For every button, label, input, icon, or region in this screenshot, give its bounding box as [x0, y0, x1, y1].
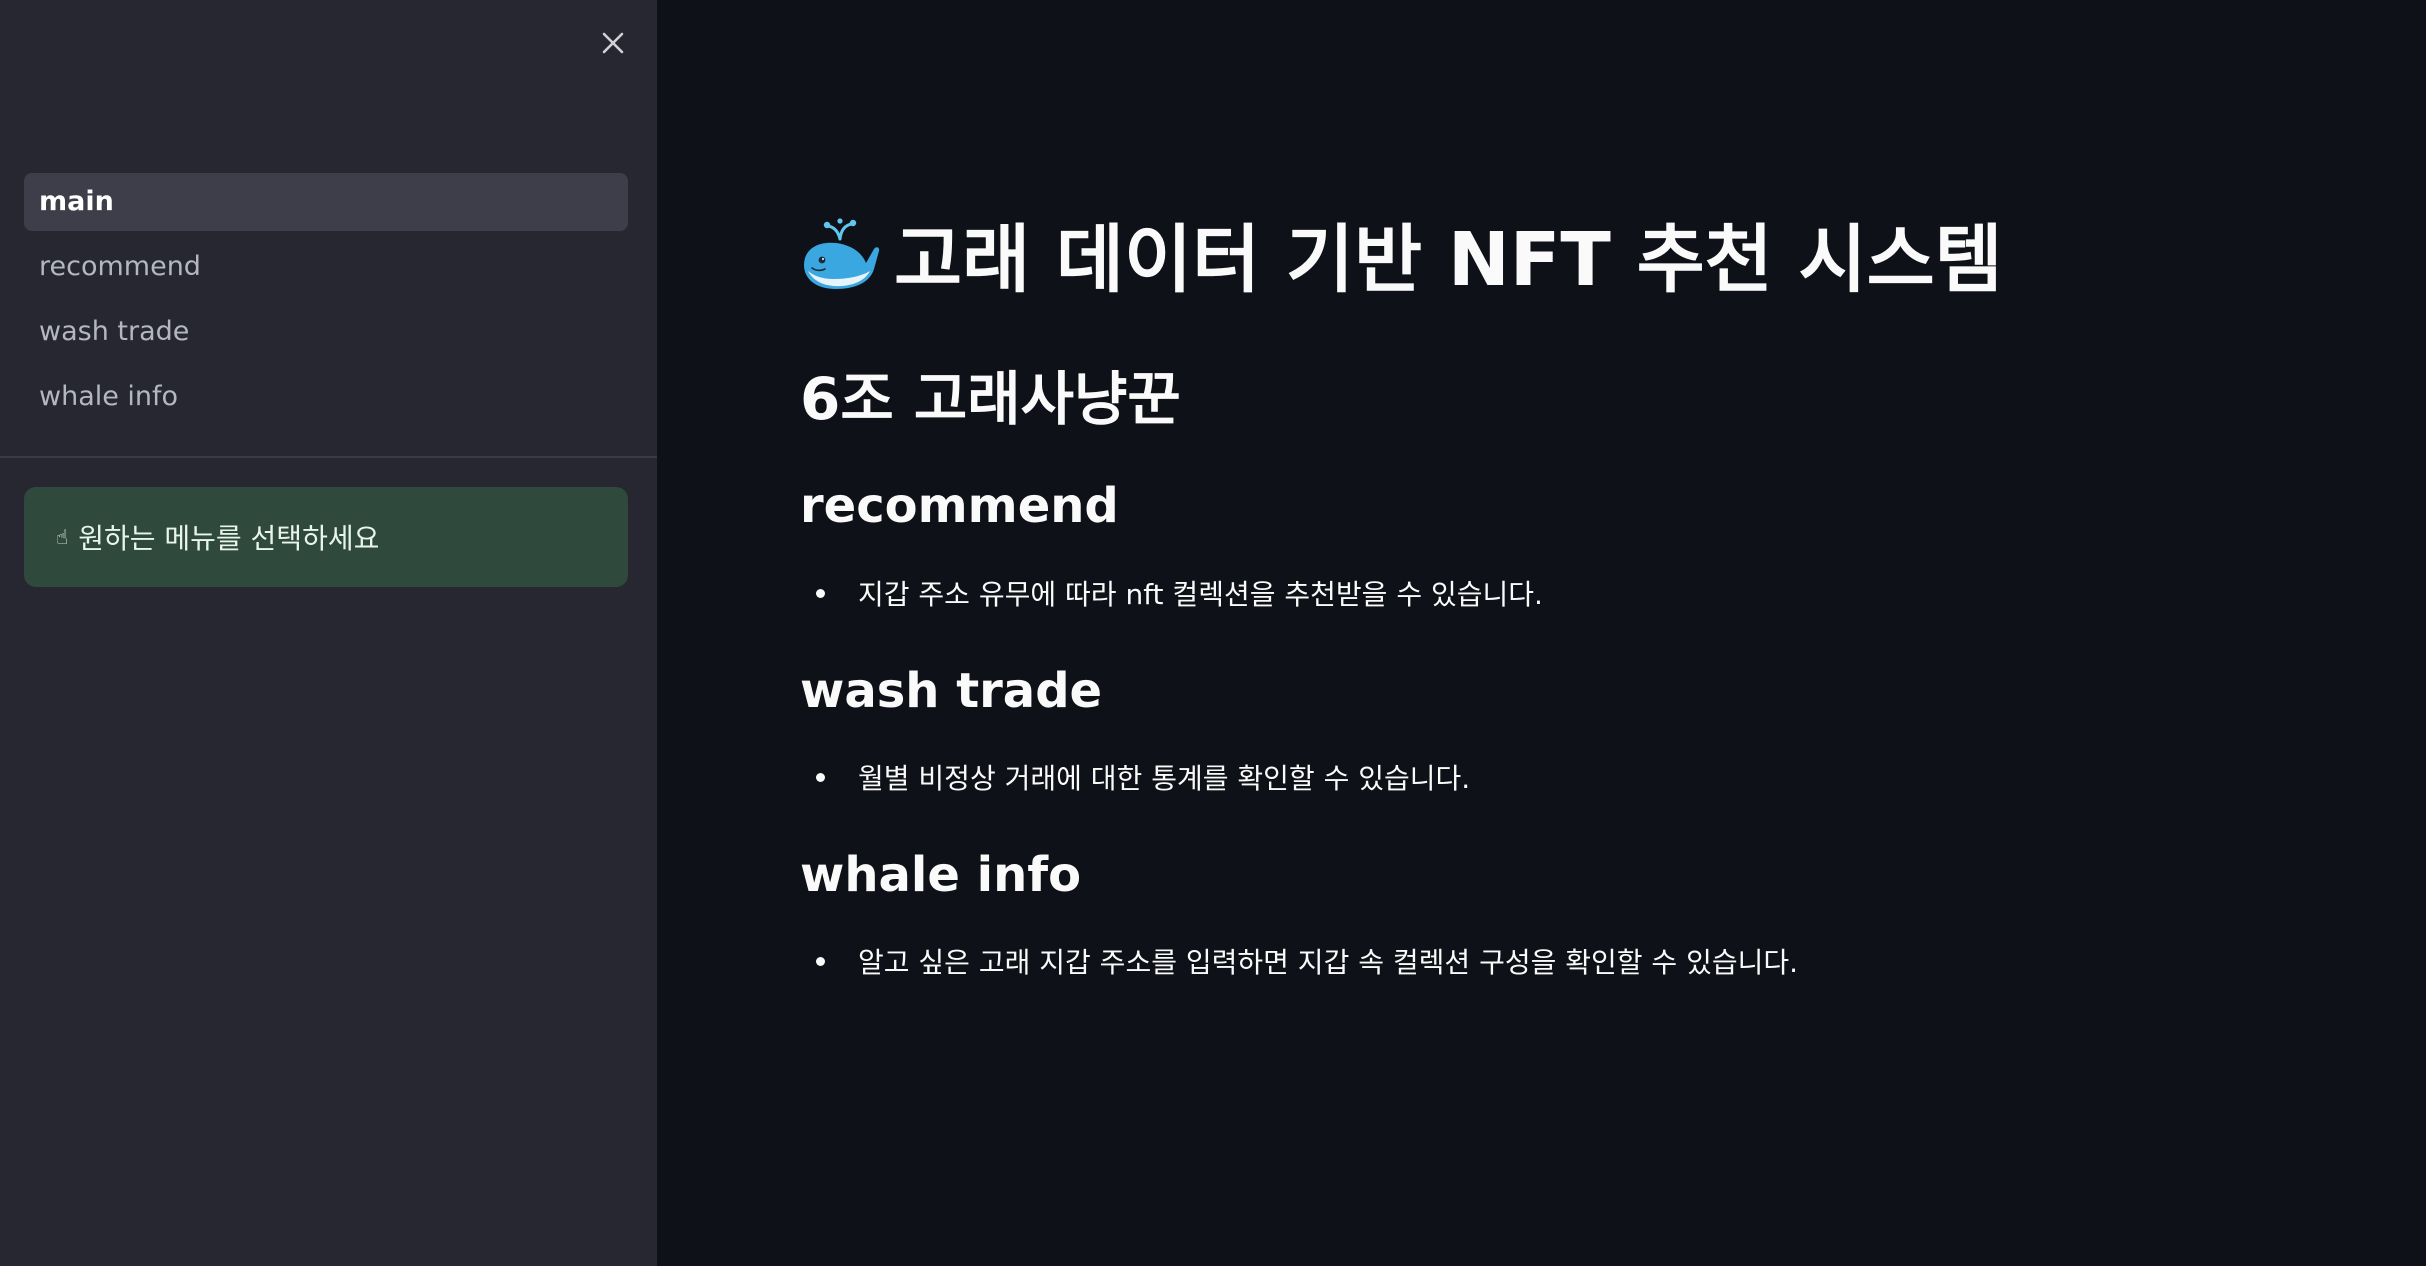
close-icon	[602, 32, 624, 54]
list-item-text: 알고 싶은 고래 지갑 주소를 입력하면 지갑 속 컬렉션 구성을 확인할 수 …	[858, 946, 1799, 979]
bullet-icon	[816, 588, 825, 598]
list-item: 지갑 주소 유무에 따라 nft 컬렉션을 추천받을 수 있습니다.	[800, 573, 1543, 613]
close-sidebar-button[interactable]	[594, 24, 632, 62]
main-content: 고래 데이터 기반 NFT 추천 시스템 6조 고래사냥꾼 recommend …	[657, 0, 2426, 1266]
sidebar-item-recommend[interactable]: recommend	[24, 238, 628, 296]
page-title: 고래 데이터 기반 NFT 추천 시스템	[894, 217, 2003, 303]
section-heading-recommend: recommend	[800, 478, 1119, 534]
list-item-text: 월별 비정상 거래에 대한 통계를 확인할 수 있습니다.	[858, 762, 1471, 795]
list-item-text: 지갑 주소 유무에 따라 nft 컬렉션을 추천받을 수 있습니다.	[858, 578, 1543, 611]
sidebar-item-whale-info[interactable]: whale info	[24, 368, 628, 426]
team-name-heading: 6조 고래사냥꾼	[800, 365, 1181, 433]
sidebar-divider	[0, 456, 657, 458]
title-row: 고래 데이터 기반 NFT 추천 시스템	[800, 200, 2003, 307]
sidebar-item-wash-trade[interactable]: wash trade	[24, 303, 628, 361]
app-window: main recommend wash trade whale info ☝ 원…	[0, 0, 2426, 1266]
pointing-hand-icon: ☝	[56, 525, 69, 549]
bullet-icon	[816, 772, 825, 782]
section-heading-wash-trade: wash trade	[800, 663, 1103, 719]
sidebar: main recommend wash trade whale info ☝ 원…	[0, 0, 657, 1266]
list-item: 월별 비정상 거래에 대한 통계를 확인할 수 있습니다.	[800, 757, 1470, 797]
sidebar-item-main[interactable]: main	[24, 173, 628, 231]
info-message-box: ☝ 원하는 메뉴를 선택하세요	[24, 487, 628, 587]
info-message-text: 원하는 메뉴를 선택하세요	[78, 522, 380, 555]
bullet-icon	[816, 956, 825, 966]
whale-icon	[800, 213, 882, 295]
sidebar-nav: main recommend wash trade whale info	[24, 173, 628, 433]
list-item: 알고 싶은 고래 지갑 주소를 입력하면 지갑 속 컬렉션 구성을 확인할 수 …	[800, 941, 1798, 981]
section-heading-whale-info: whale info	[800, 847, 1082, 903]
